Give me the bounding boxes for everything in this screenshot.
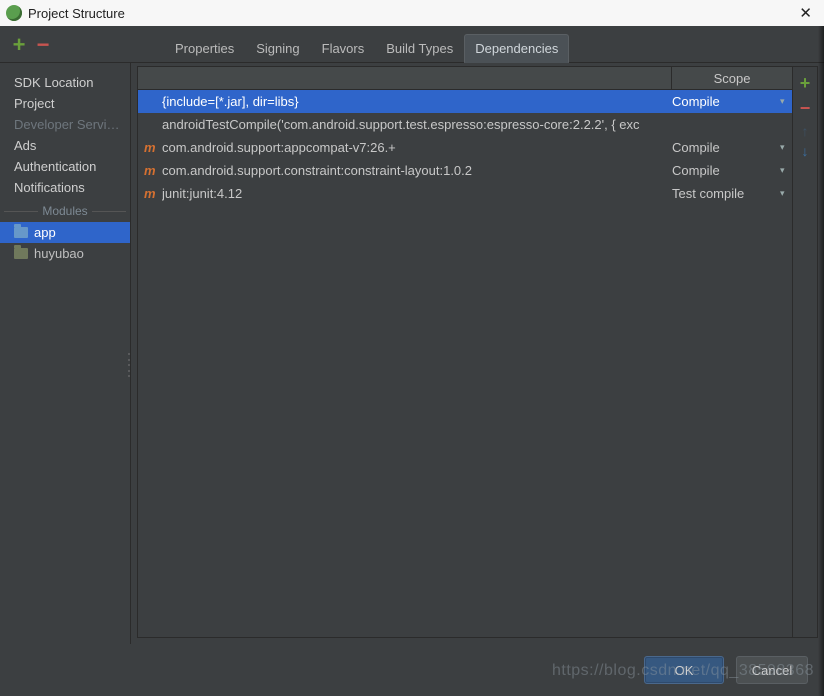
dependency-row[interactable]: m com.android.support.constraint:constrai… [138, 159, 792, 182]
sidebar: SDK LocationProjectDeveloper Servi…AdsAu… [0, 62, 131, 644]
tab-properties[interactable]: Properties [164, 34, 245, 63]
list-move-up-button[interactable]: ↑ [802, 123, 809, 139]
chevron-down-icon[interactable]: ▾ [780, 96, 792, 107]
module-huyubao[interactable]: huyubao [0, 243, 130, 264]
sidebar-item-developer-servi-[interactable]: Developer Servi… [0, 114, 130, 135]
library-icon: m [144, 186, 158, 201]
dependency-text: com.android.support:appcompat-v7:26.+ [162, 140, 672, 155]
folder-icon [14, 248, 28, 259]
top-toolbar: + − PropertiesSigningFlavorsBuild TypesD… [0, 26, 824, 63]
dependencies-header: Scope [138, 67, 792, 90]
add-button[interactable]: + [10, 34, 28, 62]
sidebar-item-notifications[interactable]: Notifications [0, 177, 130, 198]
tab-bar: PropertiesSigningFlavorsBuild TypesDepen… [164, 34, 569, 63]
dependency-row[interactable]: androidTestCompile('com.android.support.… [138, 113, 792, 136]
modules-header-label: Modules [42, 204, 87, 218]
module-label: app [34, 225, 56, 240]
list-move-down-button[interactable]: ↓ [802, 143, 809, 159]
dependency-row[interactable]: m com.android.support:appcompat-v7:26.+Co… [138, 136, 792, 159]
dependency-text: {include=[*.jar], dir=libs} [162, 94, 672, 109]
dependencies-panel: Scope {include=[*.jar], dir=libs}Compile… [137, 66, 818, 638]
cancel-button[interactable]: Cancel [736, 656, 808, 684]
list-add-button[interactable]: + [800, 73, 811, 94]
tab-build-types[interactable]: Build Types [375, 34, 464, 63]
scope-column-header: Scope [672, 71, 792, 86]
dependency-text: androidTestCompile('com.android.support.… [162, 117, 672, 132]
library-icon: m [144, 163, 158, 178]
list-action-bar: + − ↑ ↓ [792, 67, 817, 637]
chevron-down-icon[interactable]: ▾ [780, 188, 792, 199]
window-title: Project Structure [28, 6, 125, 21]
dependency-text: junit:junit:4.12 [162, 186, 672, 201]
dependency-row[interactable]: {include=[*.jar], dir=libs}Compile▾ [138, 90, 792, 113]
tab-dependencies[interactable]: Dependencies [464, 34, 569, 63]
module-app[interactable]: app [0, 222, 130, 243]
library-icon: m [144, 140, 158, 155]
modules-header: Modules [0, 204, 130, 218]
scope-cell[interactable]: Test compile [672, 186, 780, 201]
scope-cell[interactable]: Compile [672, 94, 780, 109]
scope-cell[interactable]: Compile [672, 140, 780, 155]
module-label: huyubao [34, 246, 84, 261]
dependency-text: com.android.support.constraint:constrain… [162, 163, 672, 178]
chevron-down-icon[interactable]: ▾ [780, 165, 792, 176]
dependency-row[interactable]: m junit:junit:4.12Test compile▾ [138, 182, 792, 205]
scope-cell[interactable]: Compile [672, 163, 780, 178]
sidebar-item-sdk-location[interactable]: SDK Location [0, 72, 130, 93]
tab-flavors[interactable]: Flavors [311, 34, 376, 63]
dependencies-list: {include=[*.jar], dir=libs}Compile▾andro… [138, 90, 792, 637]
ok-button[interactable]: OK [644, 656, 724, 684]
sidebar-item-project[interactable]: Project [0, 93, 130, 114]
dialog-footer: OK Cancel [0, 644, 824, 696]
tab-signing[interactable]: Signing [245, 34, 310, 63]
list-remove-button[interactable]: − [800, 98, 811, 119]
remove-button[interactable]: − [34, 34, 52, 62]
sidebar-item-authentication[interactable]: Authentication [0, 156, 130, 177]
sidebar-item-ads[interactable]: Ads [0, 135, 130, 156]
close-icon[interactable]: ✕ [793, 4, 818, 22]
folder-icon [14, 227, 28, 238]
chevron-down-icon[interactable]: ▾ [780, 142, 792, 153]
app-icon [6, 5, 22, 21]
titlebar: Project Structure ✕ [0, 0, 824, 26]
